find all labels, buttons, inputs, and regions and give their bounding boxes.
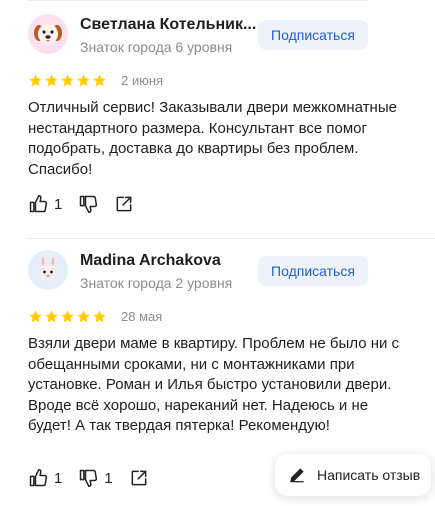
avatar[interactable] [28, 250, 68, 290]
author-name[interactable]: Madina Archakova [80, 252, 221, 270]
avatar[interactable] [28, 14, 68, 54]
star-icon [29, 309, 42, 322]
star-icon [29, 73, 42, 86]
review-date: 2 июня [121, 72, 164, 88]
rating-stars [28, 73, 107, 88]
review-actions: 1 1 [28, 468, 165, 488]
rating-row: 2 июня [28, 70, 428, 90]
pencil-icon [290, 468, 304, 483]
thumbs-up-icon [29, 194, 48, 213]
review-actions: 1 [28, 194, 150, 214]
author-name[interactable]: Светлана Котельник... [80, 16, 256, 34]
write-review-label: Написать отзыв [317, 467, 421, 483]
star-icon [61, 73, 74, 86]
dislike-button[interactable] [78, 194, 98, 214]
author-level: Знаток города 2 уровня [80, 275, 233, 291]
review-text: Отличный сервис! Заказывали двери межком… [28, 99, 397, 178]
star-icon [45, 73, 58, 86]
star-icon [61, 309, 74, 322]
dislike-button[interactable]: 1 [78, 468, 113, 488]
rating-stars [28, 309, 107, 324]
review-card: Светлана Котельник... Знаток города 6 ур… [28, 14, 428, 214]
thumbs-down-icon [80, 195, 98, 214]
review-card: Madina Archakova Знаток города 2 уровня … [28, 250, 428, 488]
star-icon [93, 309, 106, 322]
author-level: Знаток города 6 уровня [80, 39, 233, 55]
review-header: Светлана Котельник... Знаток города 6 ур… [28, 14, 428, 60]
like-count: 1 [54, 195, 63, 213]
share-icon [116, 196, 132, 212]
like-count: 1 [54, 469, 63, 487]
rabbit-emoji-icon [39, 255, 57, 282]
top-divider [28, 0, 368, 1]
dislike-count: 1 [104, 469, 113, 487]
like-button[interactable]: 1 [28, 468, 62, 488]
share-icon [131, 470, 147, 486]
rating-row: 28 мая [28, 306, 428, 326]
dog-emoji-icon [34, 24, 62, 44]
star-icon [77, 73, 90, 86]
review-date: 28 мая [121, 308, 163, 324]
review-divider [28, 238, 435, 239]
subscribe-button[interactable]: Подписаться [258, 256, 368, 286]
star-icon [77, 309, 90, 322]
star-icon [93, 73, 106, 86]
review-header: Madina Archakova Знаток города 2 уровня … [28, 250, 428, 296]
thumbs-down-icon [80, 469, 98, 488]
share-button[interactable] [129, 468, 149, 488]
review-text: Взяли двери маме в квартиру. Проблем не … [28, 335, 400, 434]
subscribe-button[interactable]: Подписаться [258, 20, 368, 50]
write-review-button[interactable]: Написать отзыв [275, 454, 431, 496]
thumbs-up-icon [29, 468, 48, 487]
like-button[interactable]: 1 [28, 194, 62, 214]
share-button[interactable] [114, 194, 134, 214]
star-icon [45, 309, 58, 322]
